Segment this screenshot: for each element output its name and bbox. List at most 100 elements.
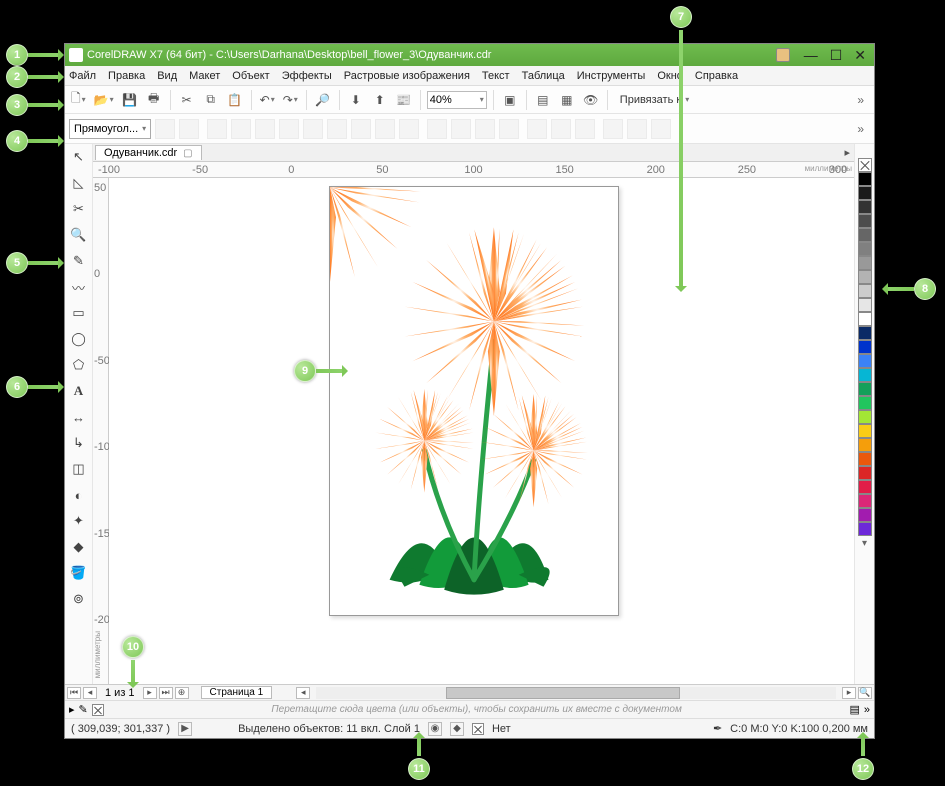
no-color-swatch[interactable]	[858, 158, 872, 172]
color-swatch[interactable]	[858, 228, 872, 242]
search-content-button[interactable]: 🔎	[313, 90, 333, 110]
drawing-page[interactable]	[329, 186, 619, 616]
show-guidelines-button[interactable]: 👁	[581, 90, 601, 110]
doc-palette-nocolor[interactable]	[92, 704, 104, 716]
doc-palette-arrow[interactable]: ▸	[69, 703, 75, 716]
zoom-tool[interactable]: 🔍	[68, 224, 90, 246]
first-page-button[interactable]: ⏮	[67, 687, 81, 699]
maximize-button[interactable]: ☐	[830, 47, 843, 64]
prop-icon[interactable]	[527, 119, 547, 139]
menu-tools[interactable]: Инструменты	[577, 70, 646, 82]
horizontal-scrollbar[interactable]	[316, 687, 836, 699]
drawing-workspace[interactable]	[109, 178, 854, 684]
color-swatch[interactable]	[858, 312, 872, 326]
tab-scroll-right[interactable]: ▸	[844, 146, 854, 159]
parallel-dimension-tool[interactable]: ↔	[68, 406, 90, 428]
close-tab-icon[interactable]: ▢	[183, 148, 192, 159]
prop-icon[interactable]	[575, 119, 595, 139]
copy-button[interactable]: ⧉	[201, 90, 221, 110]
prop-icon[interactable]	[255, 119, 275, 139]
zoom-level-combo[interactable]: 40%▾	[427, 91, 487, 109]
eyedropper-tool[interactable]: ✦	[68, 510, 90, 532]
menu-help[interactable]: Справка	[695, 70, 738, 82]
publish-pdf-button[interactable]: 📰	[394, 90, 414, 110]
color-swatch[interactable]	[858, 508, 872, 522]
minimize-button[interactable]: —	[804, 47, 818, 63]
color-swatch[interactable]	[858, 424, 872, 438]
prop-icon[interactable]	[627, 119, 647, 139]
prop-icon[interactable]	[499, 119, 519, 139]
drop-shadow-tool[interactable]: ◫	[68, 458, 90, 480]
prop-icon[interactable]	[427, 119, 447, 139]
toolbar-overflow-button[interactable]: »	[857, 93, 870, 107]
color-swatch[interactable]	[858, 466, 872, 480]
prop-icon[interactable]	[327, 119, 347, 139]
prop-icon[interactable]	[375, 119, 395, 139]
color-swatch[interactable]	[858, 214, 872, 228]
menu-table[interactable]: Таблица	[522, 70, 565, 82]
menu-object[interactable]: Объект	[232, 70, 269, 82]
outline-pen-icon[interactable]: ✒	[713, 722, 722, 735]
preset-combo[interactable]: Прямоугол...▾	[69, 119, 151, 139]
prop-icon[interactable]	[207, 119, 227, 139]
show-rulers-button[interactable]: ▤	[533, 90, 553, 110]
import-button[interactable]: ⬇	[346, 90, 366, 110]
transparency-tool[interactable]: ◐	[68, 484, 90, 506]
prop-icon[interactable]	[179, 119, 199, 139]
new-button[interactable]: 🗋▾	[69, 90, 88, 110]
prop-icon[interactable]	[451, 119, 471, 139]
prop-icon[interactable]	[279, 119, 299, 139]
hscroll-right[interactable]: ▸	[842, 687, 856, 699]
prev-page-button[interactable]: ◂	[83, 687, 97, 699]
close-button[interactable]: ✕	[854, 47, 866, 64]
last-page-button[interactable]: ⏭	[159, 687, 173, 699]
color-swatch[interactable]	[858, 522, 872, 536]
connector-tool[interactable]: ↳	[68, 432, 90, 454]
open-button[interactable]: 📂▾	[92, 90, 116, 110]
propbar-overflow-button[interactable]: »	[857, 122, 870, 136]
prop-icon[interactable]	[651, 119, 671, 139]
text-tool[interactable]: A	[68, 380, 90, 402]
fill-swatch[interactable]	[472, 723, 484, 735]
menu-file[interactable]: Файл	[69, 70, 96, 82]
status-camera-icon[interactable]: ◉	[428, 722, 442, 736]
prop-icon[interactable]	[303, 119, 323, 139]
menu-window[interactable]: Окно	[657, 70, 683, 82]
shape-tool[interactable]: ◺	[68, 172, 90, 194]
color-swatch[interactable]	[858, 480, 872, 494]
color-swatch[interactable]	[858, 186, 872, 200]
menu-bitmaps[interactable]: Растровые изображения	[344, 70, 470, 82]
ellipse-tool[interactable]: ◯	[68, 328, 90, 350]
cut-button[interactable]: ✂	[177, 90, 197, 110]
undo-button[interactable]: ↶▾	[258, 90, 277, 110]
color-swatch[interactable]	[858, 396, 872, 410]
page-tab[interactable]: Страница 1	[201, 686, 273, 699]
ruler-horizontal[interactable]: миллиметры -100-50050100150200250300	[93, 162, 854, 178]
color-swatch[interactable]	[858, 340, 872, 354]
export-button[interactable]: ⬆	[370, 90, 390, 110]
color-swatch[interactable]	[858, 354, 872, 368]
color-swatch[interactable]	[858, 382, 872, 396]
print-button[interactable]: 🖶	[144, 90, 164, 110]
color-swatch[interactable]	[858, 256, 872, 270]
color-swatch[interactable]	[858, 494, 872, 508]
add-page-button[interactable]: ⊕	[175, 687, 189, 699]
pick-tool[interactable]: ↖	[68, 146, 90, 168]
canvas-viewport[interactable]: 500-50-100-150-200	[93, 178, 854, 684]
color-swatch[interactable]	[858, 284, 872, 298]
color-swatch[interactable]	[858, 270, 872, 284]
prop-icon[interactable]	[551, 119, 571, 139]
interactive-fill-tool[interactable]: ◆	[68, 536, 90, 558]
ruler-vertical[interactable]: 500-50-100-150-200	[93, 178, 109, 684]
prop-icon[interactable]	[603, 119, 623, 139]
doc-palette-menu[interactable]: ▤	[849, 703, 859, 716]
crop-tool[interactable]: ✂	[68, 198, 90, 220]
color-swatch[interactable]	[858, 326, 872, 340]
redo-button[interactable]: ↷▾	[281, 90, 300, 110]
menu-layout[interactable]: Макет	[189, 70, 220, 82]
polygon-tool[interactable]: ⬠	[68, 354, 90, 376]
color-swatch[interactable]	[858, 242, 872, 256]
menu-edit[interactable]: Правка	[108, 70, 145, 82]
color-swatch[interactable]	[858, 368, 872, 382]
prop-icon[interactable]	[351, 119, 371, 139]
